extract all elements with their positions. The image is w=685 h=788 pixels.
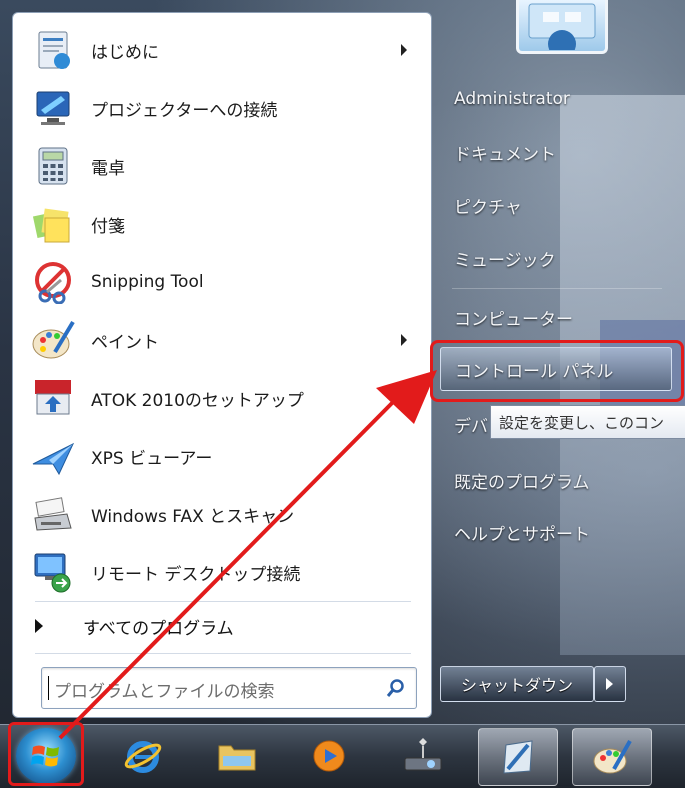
program-label: リモート デスクトップ接続 [91,564,301,585]
all-programs-button[interactable]: すべてのプログラム [35,609,234,643]
notes-app-icon [503,740,533,774]
tooltip-text: 設定を変更し、このコン [499,413,665,432]
right-item-computer[interactable]: コンピューター [440,295,672,339]
all-programs-arrow-icon [35,619,43,633]
taskbar-explorer[interactable] [198,728,276,784]
program-label: はじめに [91,42,159,63]
taskbar-media-player[interactable] [290,728,368,784]
right-item-pictures[interactable]: ピクチャ [440,183,672,227]
right-item-label: コンピューター [454,309,573,330]
right-item-label: デバ [454,416,488,437]
program-paint[interactable]: ペイント [31,315,421,365]
program-projector[interactable]: プロジェクターへの接続 [31,83,421,133]
text-caret [48,676,49,700]
xps-viewer-icon [31,434,75,478]
program-xps-viewer[interactable]: XPS ビューアー [31,431,421,481]
getting-started-icon [31,28,75,72]
right-item-user[interactable]: Administrator [440,77,672,121]
programs-pane: はじめに プロジェクターへの接続 電卓 付箋 Snipping Tool ペイン… [12,12,432,718]
program-label: Windows FAX とスキャン [91,506,295,527]
program-sticky-notes[interactable]: 付箋 [31,199,421,249]
snipping-tool-icon [31,260,75,304]
right-item-label: ピクチャ [454,197,522,218]
right-item-label: Administrator [454,89,570,109]
paint-icon [31,318,75,362]
remote-desktop-icon [31,550,75,594]
program-label: 電卓 [91,158,125,179]
program-label: 付箋 [91,216,125,237]
program-label: ATOK 2010のセットアップ [91,390,304,411]
right-item-label: ドキュメント [454,144,556,165]
projector-icon [31,86,75,130]
search-icon[interactable] [386,678,406,698]
program-atok-setup[interactable]: ATOK 2010のセットアップ [31,373,421,423]
divider [35,653,411,654]
annotation-highlight-control-panel [430,340,684,402]
program-calculator[interactable]: 電卓 [31,141,421,191]
search-placeholder: プログラムとファイルの検索 [54,682,275,702]
right-item-default-programs[interactable]: 既定のプログラム [440,458,672,502]
atok-setup-icon [31,376,75,420]
shutdown-options-button[interactable] [594,666,626,702]
shutdown-label: シャットダウン [460,676,573,695]
program-fax-scan[interactable]: Windows FAX とスキャン [31,489,421,539]
paint-app-icon [593,740,632,774]
user-picture-icon [528,3,596,50]
right-item-help[interactable]: ヘルプとサポート [440,510,672,554]
divider [452,288,662,289]
program-label: Snipping Tool [91,272,204,292]
shutdown-button[interactable]: シャットダウン [440,666,594,702]
annotation-highlight-start [8,722,84,786]
user-picture[interactable] [516,0,608,54]
media-player-icon [313,740,345,772]
program-label: プロジェクターへの接続 [91,100,278,121]
program-label: XPS ビューアー [91,448,213,469]
explorer-folder-icon [218,745,256,771]
tooltip: 設定を変更し、このコン [490,405,685,439]
taskbar-notes-app[interactable] [478,728,558,786]
calculator-icon [31,144,75,188]
submenu-arrow-icon[interactable] [401,334,407,346]
right-item-music[interactable]: ミュージック [440,236,672,280]
taskbar-network-projector[interactable] [384,728,462,784]
right-item-label: ヘルプとサポート [454,524,590,545]
all-programs-label: すべてのプログラム [83,618,234,639]
internet-explorer-icon [124,741,162,773]
program-label: ペイント [91,332,159,353]
program-remote-desktop[interactable]: リモート デスクトップ接続 [31,547,421,597]
program-snipping-tool[interactable]: Snipping Tool [31,257,421,307]
submenu-arrow-icon[interactable] [401,44,407,56]
right-item-label: 既定のプログラム [454,472,590,493]
program-getting-started[interactable]: はじめに [31,25,421,75]
fax-scan-icon [31,492,75,536]
taskbar-internet-explorer[interactable] [104,728,182,784]
taskbar-paint-app[interactable] [572,728,652,786]
right-item-label: ミュージック [454,250,556,271]
network-projector-icon [404,738,442,771]
divider [35,601,411,602]
search-input[interactable]: プログラムとファイルの検索 [41,667,417,709]
sticky-notes-icon [31,202,75,246]
right-item-documents[interactable]: ドキュメント [440,130,672,174]
